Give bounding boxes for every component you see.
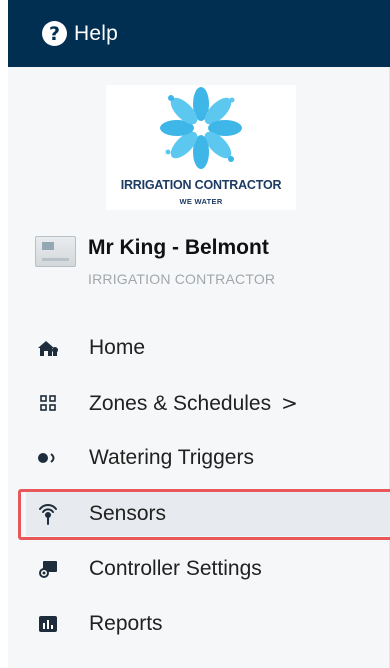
water-splash-logo-icon	[160, 87, 242, 169]
page-gutter	[0, 0, 8, 668]
nav-item-reports[interactable]: Reports	[26, 602, 390, 646]
nav-item-label: Watering Triggers	[89, 446, 254, 469]
controller-thumbnail	[35, 236, 76, 267]
nav-item-label: Zones & Schedules >	[89, 390, 298, 415]
zones-grid-icon	[37, 393, 59, 413]
question-circle-icon: ?	[42, 21, 67, 46]
company-logo: IRRIGATION CONTRACTOR WE WATER	[106, 85, 296, 210]
controller-screen	[42, 242, 54, 250]
chevron-right-icon: >	[281, 390, 298, 415]
nav-item-label: Reports	[89, 612, 163, 635]
nav-item-zones-schedules[interactable]: Zones & Schedules >	[26, 381, 390, 425]
logo-title: IRRIGATION CONTRACTOR	[120, 178, 282, 192]
navigation-drawer: ? Help IRRIGATION CONTRACTOR WE WATER Mr…	[8, 0, 390, 668]
controller-strip	[42, 258, 69, 261]
nav-item-home[interactable]: Home	[26, 326, 390, 370]
nav-item-watering-triggers[interactable]: Watering Triggers	[26, 436, 390, 480]
help-label: Help	[74, 21, 118, 45]
logo-subtitle: WE WATER	[179, 197, 223, 206]
reports-chart-icon	[37, 614, 59, 634]
nav-item-label: Controller Settings	[89, 557, 262, 580]
watering-triggers-icon	[37, 448, 59, 468]
controller-organization: IRRIGATION CONTRACTOR	[88, 271, 276, 287]
controller-name: Mr King - Belmont	[88, 236, 269, 259]
home-icon	[37, 338, 59, 358]
nav-item-label: Home	[89, 336, 146, 359]
active-item-highlight	[18, 489, 390, 540]
help-bar[interactable]: ? Help	[8, 0, 390, 67]
nav-item-controller-settings[interactable]: Controller Settings	[26, 547, 390, 591]
controller-settings-icon	[37, 559, 59, 579]
